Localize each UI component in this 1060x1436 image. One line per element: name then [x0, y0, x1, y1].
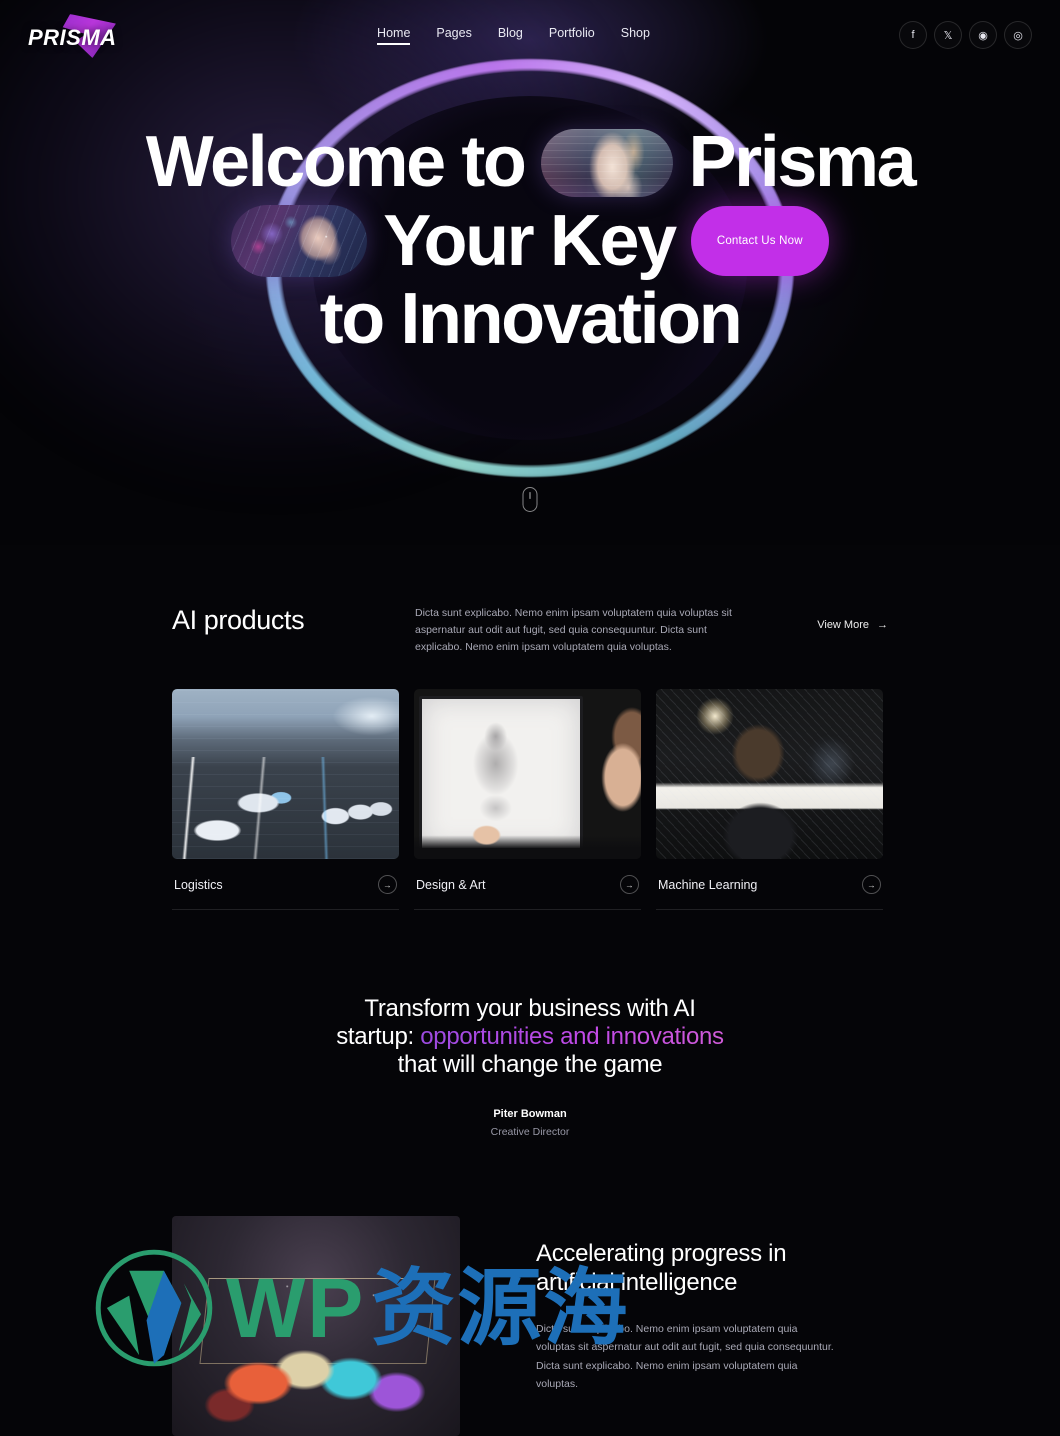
nav-item-home[interactable]: Home	[377, 26, 411, 45]
card-footer: Machine Learning →	[656, 859, 883, 910]
card-label: Logistics	[174, 877, 223, 892]
testimonial-author: Piter Bowman	[493, 1108, 567, 1121]
hero-line-1: Welcome to Prisma	[0, 122, 1060, 202]
boy-at-monitor-image	[656, 689, 883, 859]
social-links: f 𝕏 ◉ ◎	[899, 21, 1032, 49]
hero-title-part-4: to Innovation	[319, 279, 743, 360]
main-navigation: Home Pages Blog Portfolio Shop	[128, 26, 899, 45]
x-twitter-icon[interactable]: 𝕏	[934, 21, 962, 49]
card-label: Machine Learning	[658, 877, 758, 892]
arrow-right-icon[interactable]: →	[378, 875, 397, 894]
hero-line-2: Your Key Contact Us Now	[0, 200, 1060, 281]
mouse-scroll-icon	[522, 487, 538, 512]
product-card-machine-learning[interactable]: Machine Learning →	[656, 689, 883, 910]
card-label: Design & Art	[416, 877, 486, 892]
digital-artist-tablet-image	[414, 689, 641, 859]
products-description: Dicta sunt explicabo. Nemo enim ipsam vo…	[415, 607, 732, 653]
testimonial-section: Transform your business with AI startup:…	[172, 995, 888, 1138]
testimonial-heading: Transform your business with AI startup:…	[172, 995, 888, 1078]
products-title: AI products	[172, 605, 305, 635]
nav-item-pages[interactable]: Pages	[436, 26, 471, 45]
warehouse-trucks-image	[172, 689, 399, 859]
ai-products-section: AI products Dicta sunt explicabo. Nemo e…	[0, 545, 1060, 1436]
logo-text: PRISMA	[28, 25, 117, 50]
card-footer: Logistics →	[172, 859, 399, 910]
product-card-design-art[interactable]: Design & Art →	[414, 689, 641, 910]
view-more-link[interactable]: View More →	[817, 605, 888, 631]
hero-hand-image	[540, 128, 673, 197]
hero-line-3: to Innovation	[0, 279, 1060, 360]
dribbble-icon[interactable]: ◉	[969, 21, 997, 49]
hero-cyborg-image	[231, 205, 368, 278]
hero-section: Welcome to Prisma Your Key Contact Us No…	[0, 0, 1060, 545]
product-card-list: Logistics → Design & Art → Machine Learn…	[172, 689, 888, 910]
accelerating-body-text: Dicta sunt explicabo. Nemo enim ipsam vo…	[536, 1323, 834, 1391]
accelerating-heading: Accelerating progress in artificial inte…	[536, 1240, 888, 1298]
facebook-icon[interactable]: f	[899, 21, 927, 49]
rainbow-cloud-cube-image	[172, 1216, 460, 1436]
nav-item-portfolio[interactable]: Portfolio	[549, 26, 595, 45]
arrow-right-icon: →	[877, 619, 888, 631]
prisma-logo[interactable]: PRISMA	[28, 12, 128, 58]
instagram-icon[interactable]: ◎	[1004, 21, 1032, 49]
testimonial-role: Creative Director	[490, 1126, 570, 1139]
testimonial-line-1: Transform your business with AI	[364, 995, 696, 1022]
testimonial-line-3: that will change the game	[397, 1050, 663, 1078]
product-card-logistics[interactable]: Logistics →	[172, 689, 399, 910]
card-footer: Design & Art →	[414, 859, 641, 910]
accelerating-content: Accelerating progress in artificial inte…	[536, 1216, 888, 1393]
accelerating-section: Accelerating progress in artificial inte…	[172, 1216, 888, 1436]
accelerating-heading-line-2: artificial intelligence	[536, 1269, 738, 1297]
contact-us-now-button[interactable]: Contact Us Now	[690, 206, 829, 277]
testimonial-line-2-prefix: startup:	[336, 1022, 421, 1050]
hero-title-part-1: Welcome to	[145, 122, 527, 202]
view-more-label: View More	[817, 619, 869, 631]
nav-item-blog[interactable]: Blog	[498, 26, 523, 45]
testimonial-accent-text: opportunities and innovations	[420, 1022, 724, 1050]
site-header: PRISMA Home Pages Blog Portfolio Shop f …	[0, 0, 1060, 70]
accelerating-heading-line-1: Accelerating progress in	[536, 1240, 787, 1268]
arrow-right-icon[interactable]: →	[862, 875, 881, 894]
products-header: AI products Dicta sunt explicabo. Nemo e…	[172, 545, 888, 656]
arrow-right-icon[interactable]: →	[620, 875, 639, 894]
nav-item-shop[interactable]: Shop	[621, 26, 650, 45]
hero-title-part-3: Your Key	[383, 200, 677, 281]
hero-title-part-2: Prisma	[688, 122, 917, 202]
